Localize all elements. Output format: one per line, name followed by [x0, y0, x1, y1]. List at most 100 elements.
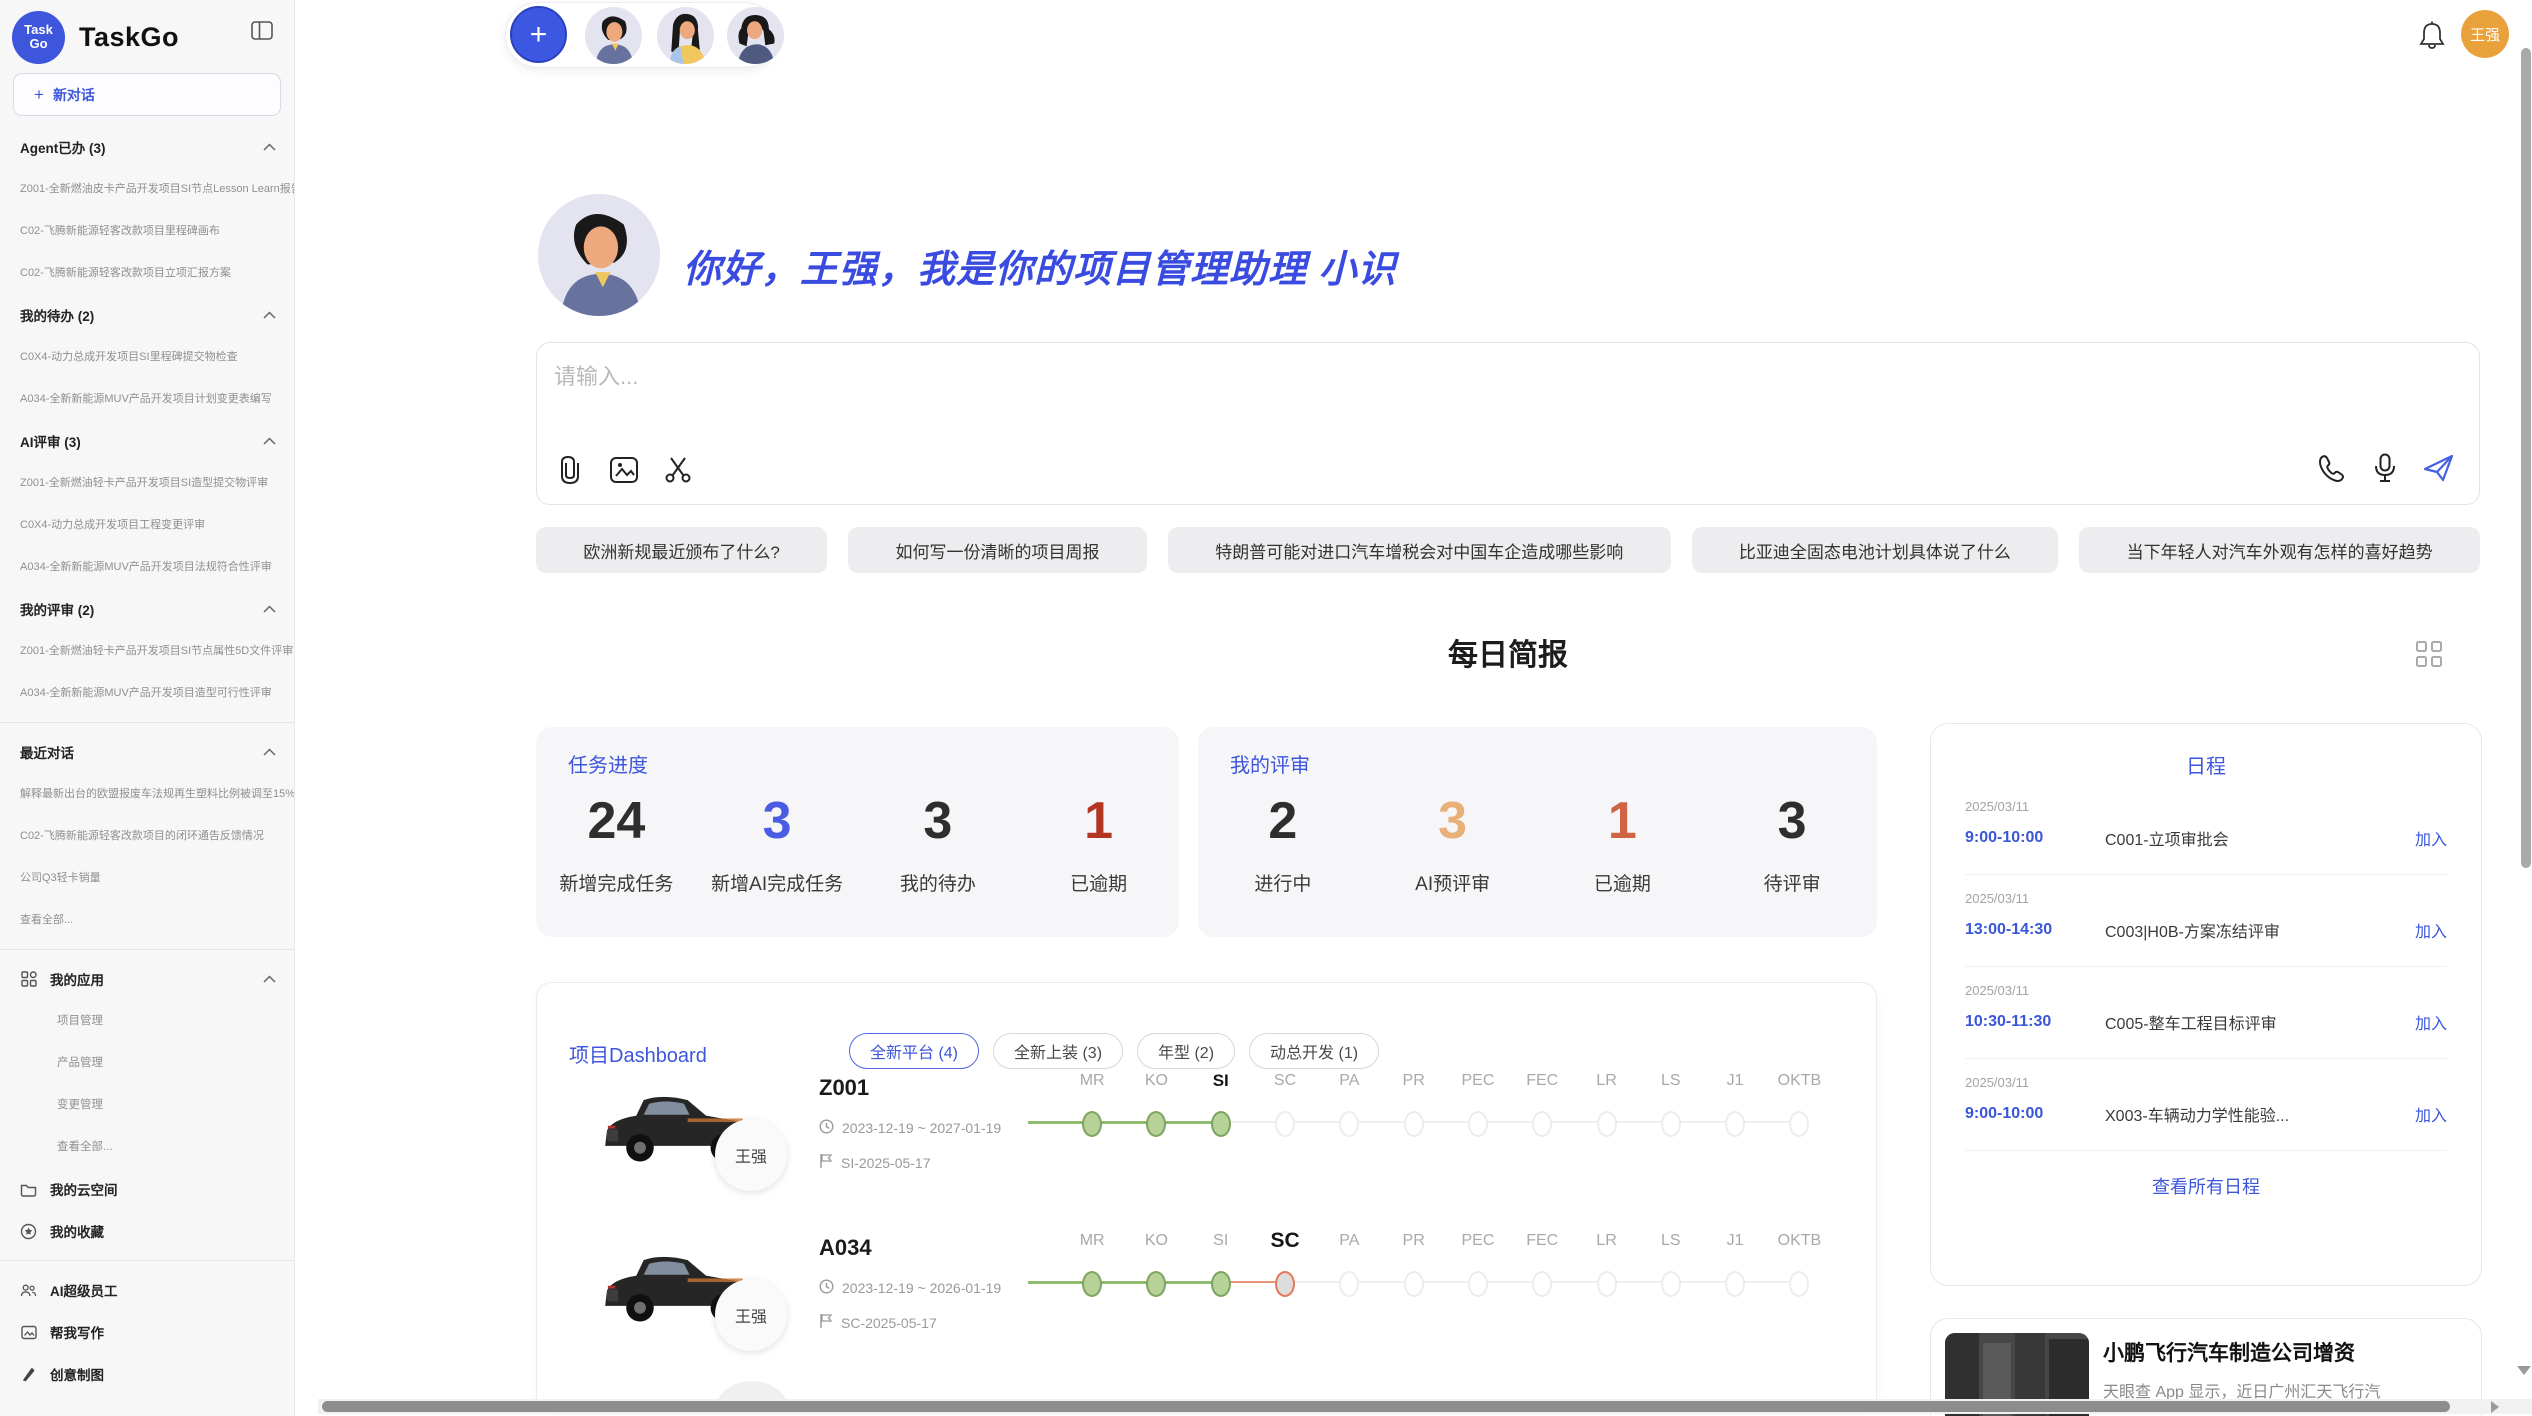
milestone-dot[interactable]	[1789, 1271, 1809, 1297]
scroll-right-arrow-icon[interactable]	[2491, 1401, 2499, 1413]
sidebar-section-header[interactable]: 我的评审 (2)	[0, 588, 294, 630]
sidebar-item[interactable]: A034-全新新能源MUV产品开发项目造型可行性评审	[0, 672, 294, 714]
milestone-dot[interactable]	[1275, 1271, 1295, 1297]
chevron-up-icon[interactable]	[263, 143, 276, 151]
milestone-label: SI	[1189, 1221, 1253, 1261]
phone-call-icon[interactable]	[2315, 452, 2347, 484]
suggestion-chip[interactable]: 当下年轻人对汽车外观有怎样的喜好趋势	[2079, 527, 2480, 573]
recent-chat-item[interactable]: C02-飞腾新能源轻客改款项目的闭环通告反馈情况	[0, 815, 294, 857]
chevron-up-icon[interactable]	[263, 605, 276, 613]
star-badge-icon	[20, 1223, 37, 1240]
sidebar-recent-header[interactable]: 最近对话	[0, 731, 294, 773]
milestone-dot[interactable]	[1532, 1111, 1552, 1137]
chevron-up-icon[interactable]	[263, 311, 276, 319]
milestone-dot[interactable]	[1468, 1111, 1488, 1137]
sidebar-section-header[interactable]: 我的待办 (2)	[0, 294, 294, 336]
microphone-icon[interactable]	[2369, 452, 2401, 484]
milestone-dot[interactable]	[1082, 1111, 1102, 1137]
sidebar-item[interactable]: C02-飞腾新能源轻客改款项目立项汇报方案	[0, 252, 294, 294]
scissors-icon[interactable]	[662, 454, 694, 486]
sidebar-item[interactable]: Z001-全新燃油轻卡产品开发项目SI造型提交物评审	[0, 462, 294, 504]
milestone-label: MR	[1060, 1061, 1124, 1101]
app-shortcut-item[interactable]: 产品管理	[0, 1042, 294, 1084]
task-progress-title: 任务进度	[568, 749, 648, 778]
milestone-dot[interactable]	[1146, 1271, 1166, 1297]
creative-draw-row[interactable]: 创意制图	[0, 1353, 294, 1395]
join-meeting-link[interactable]: 加入	[2415, 1102, 2447, 1126]
recent-view-all[interactable]: 查看全部...	[0, 899, 294, 941]
app-shortcut-item[interactable]: 变更管理	[0, 1084, 294, 1126]
join-meeting-link[interactable]: 加入	[2415, 1010, 2447, 1034]
sidebar-item[interactable]: Z001-全新燃油轻卡产品开发项目SI节点属性5D文件评审	[0, 630, 294, 672]
milestone-dot[interactable]	[1275, 1111, 1295, 1137]
milestone-dot[interactable]	[1404, 1271, 1424, 1297]
briefing-layout-icon[interactable]	[2415, 640, 2443, 668]
my-favorites-row[interactable]: 我的收藏	[0, 1210, 294, 1252]
app-shortcut-item[interactable]: 查看全部...	[0, 1126, 294, 1168]
recent-chats-title: 最近对话	[20, 742, 263, 762]
my-cloud-row[interactable]: 我的云空间	[0, 1168, 294, 1210]
chevron-up-icon[interactable]	[263, 437, 276, 445]
user-avatar[interactable]: 王强	[2461, 10, 2509, 58]
join-meeting-link[interactable]: 加入	[2415, 918, 2447, 942]
schedule-entry: 2025/03/11 9:00-10:00 X003-车辆动力学性能验... 加…	[1965, 1059, 2447, 1151]
sidebar-item[interactable]: C02-飞腾新能源轻客改款项目里程碑画布	[0, 210, 294, 252]
vertical-scrollbar-thumb[interactable]	[2521, 48, 2531, 868]
recent-chat-item[interactable]: 公司Q3轻卡销量	[0, 857, 294, 899]
notification-bell-icon[interactable]	[2418, 21, 2446, 51]
view-all-schedule-link[interactable]: 查看所有日程	[1965, 1173, 2447, 1199]
milestone-label: PEC	[1446, 1061, 1510, 1101]
suggestion-chip[interactable]: 特朗普可能对进口汽车增税会对中国车企造成哪些影响	[1168, 527, 1671, 573]
chevron-up-icon[interactable]	[263, 748, 276, 756]
milestone-dot[interactable]	[1661, 1111, 1681, 1137]
milestone-dot[interactable]	[1082, 1271, 1102, 1297]
milestone-dot[interactable]	[1146, 1111, 1166, 1137]
scroll-down-arrow-icon[interactable]	[2517, 1366, 2531, 1375]
milestone-dot[interactable]	[1725, 1271, 1745, 1297]
suggestion-chip[interactable]: 比亚迪全固态电池计划具体说了什么	[1692, 527, 2059, 573]
milestone-dot[interactable]	[1597, 1271, 1617, 1297]
sidebar-item[interactable]: C0X4-动力总成开发项目工程变更评审	[0, 504, 294, 546]
session-avatar-man[interactable]	[585, 7, 642, 64]
app-shortcut-item[interactable]: 项目管理	[0, 1000, 294, 1042]
add-session-button[interactable]: +	[510, 6, 567, 63]
chat-input[interactable]	[554, 359, 2054, 429]
sidebar-section-header[interactable]: Agent已办 (3)	[0, 126, 294, 168]
milestone-dot[interactable]	[1339, 1111, 1359, 1137]
sidebar-item[interactable]: C0X4-动力总成开发项目SI里程碑提交物检查	[0, 336, 294, 378]
milestone-dot[interactable]	[1661, 1271, 1681, 1297]
join-meeting-link[interactable]: 加入	[2415, 826, 2447, 850]
attachment-icon[interactable]	[554, 454, 586, 486]
milestone-dot[interactable]	[1597, 1111, 1617, 1137]
milestone-dot[interactable]	[1404, 1111, 1424, 1137]
milestone: FEC	[1510, 1061, 1574, 1145]
chevron-up-icon[interactable]	[263, 975, 276, 983]
suggestion-chip[interactable]: 欧洲新规最近颁布了什么?	[536, 527, 827, 573]
session-avatar-woman-long-hair[interactable]	[657, 7, 714, 64]
collapse-sidebar-icon[interactable]	[250, 19, 274, 41]
my-apps-row[interactable]: 我的应用	[0, 958, 294, 1000]
project-row[interactable]: 王强 A034 2023-12-19 ~ 2026-01-19	[537, 1221, 1876, 1381]
horizontal-scrollbar-thumb[interactable]	[322, 1401, 2450, 1412]
milestone-dot[interactable]	[1211, 1111, 1231, 1137]
milestone-dot[interactable]	[1468, 1271, 1488, 1297]
milestone-dot[interactable]	[1211, 1271, 1231, 1297]
sidebar-item[interactable]: A034-全新新能源MUV产品开发项目计划变更表编写	[0, 378, 294, 420]
project-row[interactable]: 王强 Z001 2023-12-19 ~ 2027-01-19	[537, 1061, 1876, 1221]
sidebar-section-header[interactable]: AI评审 (3)	[0, 420, 294, 462]
sidebar-item[interactable]: Z001-全新燃油皮卡产品开发项目SI节点Lesson Learn报告	[0, 168, 294, 210]
suggestion-chip[interactable]: 如何写一份清晰的项目周报	[848, 527, 1147, 573]
milestone-dot[interactable]	[1789, 1111, 1809, 1137]
ai-staff-row[interactable]: AI超级员工	[0, 1269, 294, 1311]
recent-chat-item[interactable]: 解释最新出台的欧盟报废车法规再生塑料比例被调至15%...	[0, 773, 294, 815]
milestone-dot[interactable]	[1725, 1111, 1745, 1137]
milestone-dot[interactable]	[1339, 1271, 1359, 1297]
milestone-dot[interactable]	[1532, 1271, 1552, 1297]
send-icon[interactable]	[2423, 452, 2455, 484]
image-upload-icon[interactable]	[608, 454, 640, 486]
sidebar-item[interactable]: A034-全新新能源MUV产品开发项目法规符合性评审	[0, 546, 294, 588]
milestone: SI	[1189, 1061, 1253, 1145]
session-avatar-woman-dark-top[interactable]	[727, 7, 784, 64]
write-helper-row[interactable]: 帮我写作	[0, 1311, 294, 1353]
new-chat-button[interactable]: + 新对话	[13, 73, 281, 116]
